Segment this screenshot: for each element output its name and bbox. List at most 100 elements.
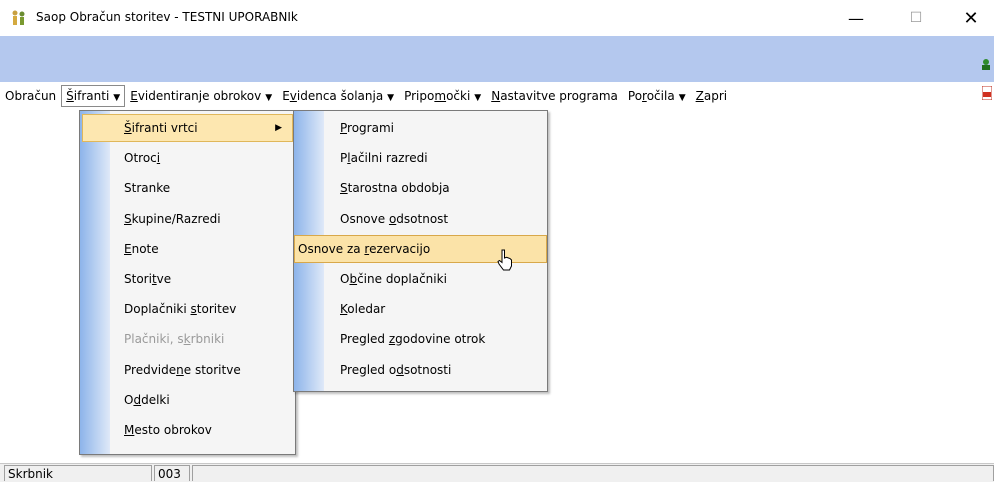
label-post: esto obrokov [134,423,212,437]
chevron-down-icon: ▼ [474,93,482,103]
label-pre: Predvide [124,362,177,377]
label-post: ezervacijo [369,241,431,256]
sifranti-menu-item[interactable]: Mesto obrokov [82,416,293,444]
toolbar-band [0,36,994,82]
sifranti-menu-item[interactable]: Skupine/Razredi [82,205,293,233]
label-post: rbniki [190,332,225,347]
label-post: ifranti vrtci [131,121,198,135]
maximize-icon: ☐ [909,10,923,26]
submenu-item[interactable]: Pregled odsotnosti [296,356,545,384]
label-post: očki [446,89,471,103]
menu-obracun[interactable]: Obračun [0,85,61,107]
close-button[interactable]: ✕ [948,0,994,36]
label-pre: Pregled [340,332,389,347]
status-message [192,465,994,481]
title-bar: Saop Obračun storitev - TESTNI UPORABNIk… [0,0,994,36]
label-post: oledar [347,302,386,317]
label-post: rogrami [347,121,394,135]
chevron-down-icon: ▼ [678,93,686,103]
label-post: očila [646,89,675,103]
chevron-right-icon: ▶ [275,123,282,133]
chevron-down-icon: ▼ [113,93,121,103]
menu-bar: Obračun Šifranti ▼ Evidentiranje obrokov ▼ Ev… [0,82,732,110]
sifranti-menu-item[interactable]: Stranke [82,174,293,202]
sifranti-menu-item: Plačniki, skrbniki [82,325,293,353]
status-code: 003 [154,465,190,481]
sifranti-menu: Šifranti vrtci ▶ Otroci Stranke Skupine/Razr… [79,110,296,455]
label-pre: Plačniki, s [124,332,184,347]
label-pre: Doplačniki [124,302,191,317]
menu-evidentiranje[interactable]: Evidentiranje obrokov ▼ [125,85,277,107]
label-mnemonic: v [289,89,297,103]
sifranti-menu-item[interactable]: Otroci [82,144,293,172]
menu-zapri[interactable]: Zapri [691,85,732,107]
menu-evidenca[interactable]: Evidenca šolanja ▼ [277,85,399,107]
status-bar: Skrbnik 003 [0,463,994,482]
user-icon[interactable] [980,58,992,70]
submenu-item[interactable]: Programi [296,114,545,142]
app-icon [12,10,25,25]
label-post: apri [703,89,728,103]
label-post: videntiranje obrokov [137,89,262,103]
submenu-item[interactable]: Plačilni razredi [296,144,545,172]
sifranti-menu-item[interactable]: Doplačniki storitev [82,295,293,323]
sifranti-menu-item[interactable]: Enote [82,235,293,263]
label-pre: Stranke [124,181,171,196]
label-mnemonic: S [124,211,132,226]
submenu-item[interactable]: Osnove odsotnost [296,205,545,233]
label-mnemonic: E [124,241,132,256]
label-mnemonic: Š [66,89,74,103]
menu-porocila[interactable]: Poročila ▼ [623,85,691,107]
label-post: idenca šolanja [296,89,384,103]
label-mnemonic: d [133,392,142,407]
label-mnemonic: k [183,332,191,347]
sifranti-menu-item[interactable]: Oddelki [82,386,293,414]
submenu-item[interactable]: Starostna obdobja [296,174,545,202]
label-mnemonic: i [156,151,161,166]
label-mnemonic: P [340,121,348,135]
label-pre: Otroc [124,151,157,166]
pdf-icon[interactable] [982,86,992,100]
chevron-down-icon: ▼ [387,93,395,103]
label-mnemonic: d [396,362,404,377]
sifranti-menu-item[interactable]: Šifranti vrtci ▶ [82,114,293,142]
label-pre: Stori [124,272,152,286]
label-pre: Po [627,89,643,103]
label-post: note [131,241,159,256]
submenu-item[interactable]: Pregled zgodovine otrok [296,325,545,353]
status-user: Skrbnik [4,465,152,481]
label-mnemonic: Z [695,89,704,103]
label-mnemonic: Š [124,121,132,135]
label-post: sotnosti [403,362,452,377]
label-pre: Pripo [404,89,435,103]
label-mnemonic: N [491,89,501,103]
maximize-button[interactable]: ☐ [893,0,939,36]
label-post: astavitve programa [500,89,618,103]
label-post: godovine otrok [395,332,486,347]
label-mnemonic: b [349,272,358,286]
chevron-down-icon: ▼ [265,93,273,103]
minimize-icon: — [848,8,864,28]
menu-pripomocki[interactable]: Pripomočki ▼ [399,85,486,107]
submenu-item[interactable]: Koledar [296,295,545,323]
label-pre: E [282,89,290,103]
label-pre: Osnove za [298,241,365,256]
label-pre: Osnove [340,211,389,226]
sifranti-menu-item[interactable]: Predvidene storitve [82,356,293,384]
label-post: ve [156,272,172,286]
minimize-button[interactable]: — [833,0,879,36]
label-post: toritev [196,302,237,317]
menu-sifranti[interactable]: Šifranti ▼ [61,85,126,107]
menu-nastavitve[interactable]: Nastavitve programa [486,85,623,107]
sifranti-menu-item[interactable]: Storitve [82,265,293,293]
label-post: čine doplačniki [357,272,447,286]
mouse-cursor-icon [497,249,512,271]
label-post: e storitve [183,362,241,377]
label-pre: Pregled o [340,362,397,377]
label-post: dsotnost [396,211,449,226]
label-post: kupine/Razredi [131,211,221,226]
close-icon: ✕ [963,7,979,29]
label-mnemonic: E [130,89,138,103]
label-mnemonic: m [434,89,447,103]
label-mnemonic: S [340,181,348,196]
